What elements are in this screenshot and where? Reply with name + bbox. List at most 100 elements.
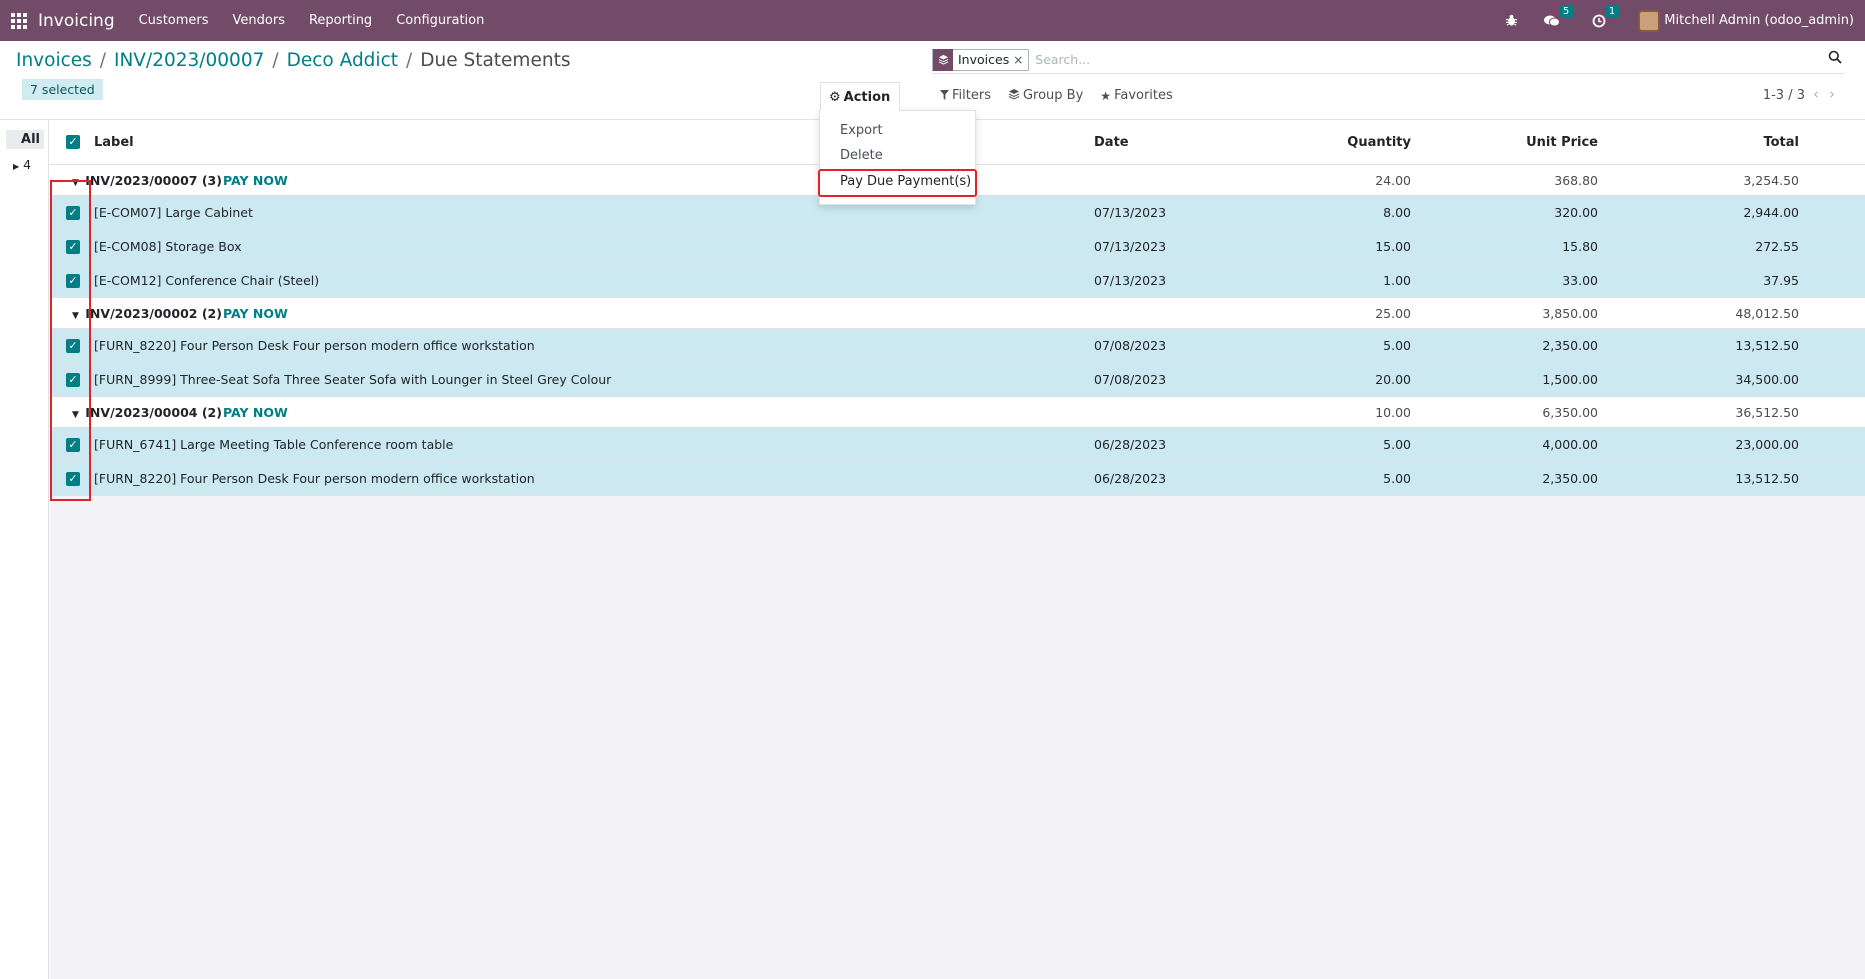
column-label[interactable]: Label	[94, 135, 134, 150]
menu-customers[interactable]: Customers	[139, 13, 209, 28]
line-quantity: 1.00	[1383, 273, 1411, 288]
breadcrumb-invoices[interactable]: Invoices	[16, 50, 92, 71]
line-label: [FURN_8220] Four Person Desk Four person…	[94, 338, 535, 353]
line-total: 23,000.00	[1735, 437, 1799, 452]
selection-count-badge: 7 selected	[22, 79, 103, 100]
sidebar-group-count: 4	[23, 157, 32, 172]
line-unit-price: 15.80	[1562, 239, 1598, 254]
line-label: [FURN_8220] Four Person Desk Four person…	[94, 471, 535, 486]
menu-item-delete[interactable]: Delete	[820, 143, 975, 168]
line-unit-price: 4,000.00	[1542, 437, 1598, 452]
line-label: [E-COM08] Storage Box	[94, 239, 242, 254]
table-row[interactable]: ✓ [FURN_6741] Large Meeting Table Confer…	[50, 428, 1865, 462]
activities-clock-icon[interactable]: 1	[1592, 4, 1620, 28]
user-avatar[interactable]	[1638, 9, 1661, 32]
line-date: 06/28/2023	[1094, 437, 1167, 452]
remove-facet-icon[interactable]: ×	[1013, 53, 1028, 67]
group-row[interactable]: ▼ INV/2023/00004 (2) PAY NOW 10.00 6,350…	[50, 397, 1865, 428]
search-input[interactable]	[1035, 52, 1816, 67]
group-header: ▼ INV/2023/00004 (2)	[72, 405, 222, 420]
line-total: 13,512.50	[1735, 338, 1799, 353]
search-bar: Invoices ×	[932, 46, 1844, 74]
menu-reporting[interactable]: Reporting	[309, 13, 372, 28]
group-quantity: 10.00	[1375, 405, 1411, 420]
line-quantity: 5.00	[1383, 338, 1411, 353]
group-quantity: 24.00	[1375, 173, 1411, 188]
line-date: 07/13/2023	[1094, 205, 1167, 220]
sidebar-group[interactable]: ▶ 4	[13, 157, 31, 172]
table-row[interactable]: ✓ [E-COM12] Conference Chair (Steel) 07/…	[50, 264, 1865, 298]
filters-button[interactable]: Filters	[940, 88, 991, 103]
line-unit-price: 2,350.00	[1542, 338, 1598, 353]
action-button[interactable]: ⚙ Action	[820, 82, 901, 111]
layers-icon	[933, 48, 953, 71]
line-quantity: 20.00	[1375, 372, 1411, 387]
search-options-bar: Filters Group By ★ Favorites	[940, 88, 1190, 103]
select-all-checkbox[interactable]: ✓	[66, 135, 80, 149]
menu-item-pay-due-payments[interactable]: Pay Due Payment(s)	[818, 169, 977, 197]
group-name: INV/2023/00007 (3)	[85, 173, 222, 188]
search-facet: Invoices ×	[932, 48, 1030, 71]
table-row[interactable]: ✓ [FURN_8999] Three-Seat Sofa Three Seat…	[50, 363, 1865, 397]
search-icon[interactable]	[1828, 50, 1842, 68]
line-total: 272.55	[1755, 239, 1799, 254]
line-quantity: 8.00	[1383, 205, 1411, 220]
menu-item-export[interactable]: Export	[820, 118, 975, 143]
pager-previous-icon[interactable]: ‹	[1813, 85, 1829, 103]
line-date: 07/08/2023	[1094, 338, 1167, 353]
column-unit-price[interactable]: Unit Price	[1450, 135, 1598, 150]
line-total: 34,500.00	[1735, 372, 1799, 387]
group-header: ▼ INV/2023/00007 (3)	[72, 173, 222, 188]
table-row[interactable]: ✓ [FURN_8220] Four Person Desk Four pers…	[50, 329, 1865, 363]
breadcrumb-separator: /	[406, 50, 413, 71]
column-total[interactable]: Total	[1650, 135, 1799, 150]
menu-configuration[interactable]: Configuration	[396, 13, 484, 28]
pager-value[interactable]: 1-3 / 3	[1763, 88, 1805, 103]
breadcrumb-invoice[interactable]: INV/2023/00007	[114, 50, 264, 71]
group-unit-price: 6,350.00	[1542, 405, 1598, 420]
breadcrumb-separator: /	[99, 50, 107, 71]
favorites-button[interactable]: ★ Favorites	[1100, 88, 1173, 103]
line-unit-price: 320.00	[1554, 205, 1598, 220]
caret-right-icon: ▶	[13, 162, 20, 171]
menu-vendors[interactable]: Vendors	[233, 13, 285, 28]
invoice-lines-list: ✓ Label Date Quantity Unit Price Total ▼…	[50, 120, 1865, 979]
column-date[interactable]: Date	[1094, 135, 1129, 150]
line-unit-price: 33.00	[1562, 273, 1598, 288]
line-date: 06/28/2023	[1094, 471, 1167, 486]
group-name: INV/2023/00004 (2)	[85, 405, 222, 420]
group-total: 36,512.50	[1735, 405, 1799, 420]
breadcrumb-separator: /	[272, 50, 279, 71]
layers-icon	[1008, 88, 1020, 103]
pay-now-button[interactable]: PAY NOW	[223, 306, 288, 321]
app-brand[interactable]: Invoicing	[38, 11, 115, 31]
line-label: [E-COM07] Large Cabinet	[94, 205, 253, 220]
action-dropdown-menu: Export Delete Pay Due Payment(s)	[818, 110, 977, 205]
pay-now-button[interactable]: PAY NOW	[223, 405, 288, 420]
pager-next-icon[interactable]: ›	[1829, 85, 1845, 103]
messages-icon[interactable]: 5	[1544, 4, 1574, 28]
activities-count-badge: 1	[1604, 4, 1620, 18]
group-row[interactable]: ▼ INV/2023/00002 (2) PAY NOW 25.00 3,850…	[50, 298, 1865, 329]
debug-bug-icon[interactable]	[1505, 14, 1518, 27]
column-quantity[interactable]: Quantity	[1280, 135, 1411, 150]
user-menu[interactable]: Mitchell Admin (odoo_admin)	[1664, 13, 1854, 28]
breadcrumb-partner[interactable]: Deco Addict	[287, 50, 398, 71]
sidebar-all[interactable]: All	[6, 130, 44, 149]
pager-arrows: ‹›	[1813, 85, 1845, 103]
line-total: 37.95	[1763, 273, 1799, 288]
group-by-button[interactable]: Group By	[1008, 88, 1083, 103]
gear-icon: ⚙	[829, 89, 841, 105]
table-row[interactable]: ✓ [FURN_8220] Four Person Desk Four pers…	[50, 462, 1865, 496]
pay-now-button[interactable]: PAY NOW	[223, 173, 288, 188]
table-row[interactable]: ✓ [E-COM08] Storage Box 07/13/2023 15.00…	[50, 230, 1865, 264]
apps-menu-icon[interactable]	[0, 0, 38, 41]
line-label: [E-COM12] Conference Chair (Steel)	[94, 273, 320, 288]
group-name: INV/2023/00002 (2)	[85, 306, 222, 321]
filter-icon	[940, 89, 949, 103]
top-navbar: Invoicing Customers Vendors Reporting Co…	[0, 0, 1865, 41]
line-total: 2,944.00	[1743, 205, 1799, 220]
line-label: [FURN_8999] Three-Seat Sofa Three Seater…	[94, 372, 612, 387]
line-unit-price: 2,350.00	[1542, 471, 1598, 486]
group-header: ▼ INV/2023/00002 (2)	[72, 306, 222, 321]
